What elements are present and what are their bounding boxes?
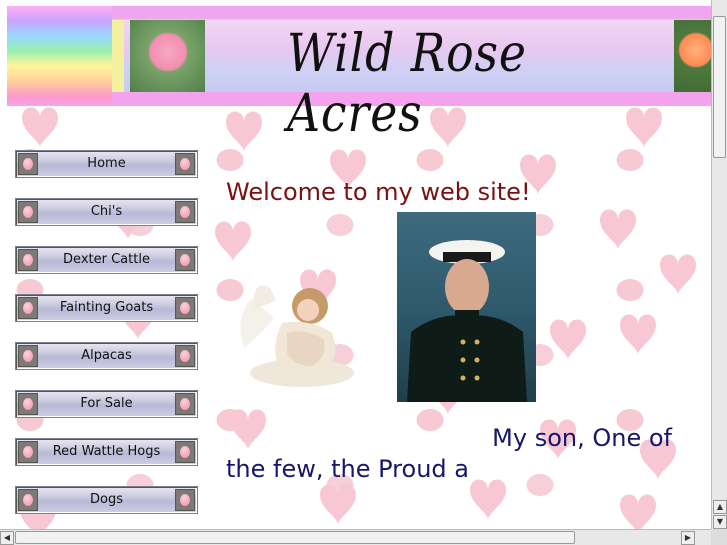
rose-icon xyxy=(175,297,195,319)
caption-line-2: the few, the Proud a xyxy=(226,455,469,483)
site-title: Wild Rose Acres xyxy=(287,24,527,144)
angel-doll-image xyxy=(240,285,354,387)
rose-icon xyxy=(18,345,38,367)
site-banner: Wild Rose Acres xyxy=(7,6,712,144)
rose-icon xyxy=(18,153,38,175)
nav-label: Alpacas xyxy=(81,348,132,363)
rose-icon xyxy=(175,489,195,511)
rose-icon xyxy=(18,489,38,511)
vertical-scrollbar[interactable]: ▲ ▼ xyxy=(711,0,727,530)
nav-label: Red Wattle Hogs xyxy=(52,444,161,459)
nav-button-alpacas[interactable]: Alpacas xyxy=(15,342,198,370)
nav-label: Home xyxy=(87,156,126,171)
scroll-down-arrow-icon[interactable]: ▼ xyxy=(713,515,727,529)
marine-son-photo xyxy=(397,212,536,402)
welcome-heading: Welcome to my web site! xyxy=(226,178,531,206)
nav-label: Fainting Goats xyxy=(59,300,154,315)
rose-icon xyxy=(175,249,195,271)
orange-rose-image xyxy=(674,20,712,92)
rose-icon xyxy=(175,393,195,415)
horizontal-scroll-thumb[interactable] xyxy=(15,531,575,544)
scroll-right-arrow-icon[interactable]: ▶ xyxy=(681,531,695,545)
pink-rose-image xyxy=(130,20,205,92)
rose-icon xyxy=(18,441,38,463)
nav-label: Dexter Cattle xyxy=(63,252,150,267)
rainbow-stripe xyxy=(7,6,112,106)
nav-label: For Sale xyxy=(80,396,133,411)
rose-icon xyxy=(175,345,195,367)
rose-icon xyxy=(18,393,38,415)
nav-button-red-wattle-hogs[interactable]: Red Wattle Hogs xyxy=(15,438,198,466)
rose-icon xyxy=(175,441,195,463)
scrollbar-corner xyxy=(711,529,727,545)
rose-icon xyxy=(18,249,38,271)
nav-button-chis[interactable]: Chi's xyxy=(15,198,198,226)
rose-icon xyxy=(18,297,38,319)
nav-button-home[interactable]: Home xyxy=(15,150,198,178)
photo-caption: My son, One of the few, the Proud a xyxy=(226,423,696,485)
nav-button-for-sale[interactable]: For Sale xyxy=(15,390,198,418)
nav-label: Dogs xyxy=(90,492,123,507)
caption-line-1: My son, One of xyxy=(492,424,672,452)
banner-yellow-bar xyxy=(112,20,124,92)
nav-label: Chi's xyxy=(90,204,123,219)
rose-icon xyxy=(175,201,195,223)
vertical-scroll-thumb[interactable] xyxy=(713,16,726,158)
nav-button-dogs[interactable]: Dogs xyxy=(15,486,198,514)
nav-button-fainting-goats[interactable]: Fainting Goats xyxy=(15,294,198,322)
horizontal-scrollbar[interactable]: ◀ ▶ xyxy=(0,529,711,545)
scroll-left-arrow-icon[interactable]: ◀ xyxy=(0,531,14,545)
nav-button-dexter-cattle[interactable]: Dexter Cattle xyxy=(15,246,198,274)
rose-icon xyxy=(18,201,38,223)
rose-icon xyxy=(175,153,195,175)
scroll-up-arrow-icon[interactable]: ▲ xyxy=(713,500,727,514)
